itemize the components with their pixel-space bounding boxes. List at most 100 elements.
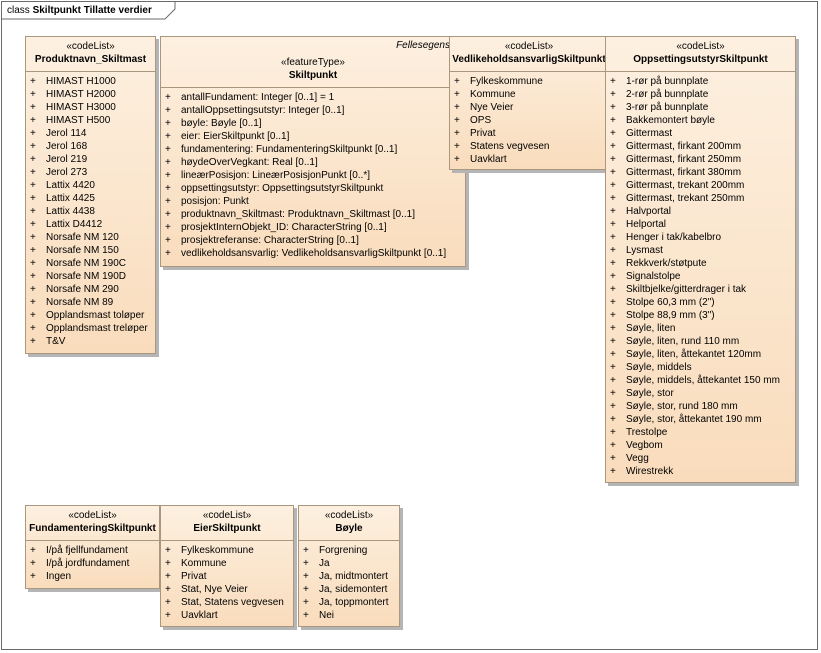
attribute-text: Vegbom	[626, 440, 663, 451]
visibility-marker: +	[30, 115, 36, 126]
visibility-marker: +	[30, 245, 36, 256]
class-produktnavn-skiltmast[interactable]: «codeList» Produktnavn_Skiltmast + HIMAST…	[25, 36, 156, 354]
visibility-marker: +	[610, 453, 616, 464]
class-attribute: + Bakkemontert bøyle	[606, 114, 795, 127]
visibility-marker: +	[610, 154, 616, 165]
class-attribute: + T&V	[26, 335, 155, 348]
class-attribute: + antallOppsettingsutstyr: Integer [0..1]	[161, 104, 465, 117]
class-skiltpunkt[interactable]: Fellesegenskaper «featureType» Skiltpunk…	[160, 36, 466, 267]
visibility-marker: +	[303, 597, 309, 608]
class-attribute: + Vegbom	[606, 439, 795, 452]
attribute-text: 1-rør på bunnplate	[626, 76, 709, 87]
attribute-text: prosjektInternObjekt_ID: CharacterString…	[181, 222, 387, 233]
visibility-marker: +	[30, 128, 36, 139]
attribute-text: Søyle, middels	[626, 362, 692, 373]
class-attribute: +1-rør på bunnplate	[606, 75, 795, 88]
class-name: OppsettingsutstyrSkiltpunkt	[633, 54, 768, 65]
attribute-text: Gittermast, firkant 380mm	[626, 167, 742, 178]
class-stereotype: «codeList»	[66, 41, 115, 52]
visibility-marker: +	[30, 167, 36, 178]
class-attribute: + Jerol 273	[26, 166, 155, 179]
class-attribute: + Ja	[299, 557, 399, 570]
diagram-title: class Skiltpunkt Tillatte verdier	[7, 5, 152, 16]
visibility-marker: +	[165, 105, 171, 116]
class-attribute: + Norsafe NM 120	[26, 231, 155, 244]
visibility-marker: +	[30, 258, 36, 269]
visibility-marker: +	[454, 128, 460, 139]
attribute-text: eier: EierSkiltpunkt [0..1]	[181, 131, 290, 142]
visibility-marker: +	[610, 323, 616, 334]
visibility-marker: +	[610, 362, 616, 373]
class-attribute: + Stat, Statens vegvesen	[161, 596, 293, 609]
class-eier-skiltpunkt[interactable]: «codeList» EierSkiltpunkt + Fylkeskommune…	[160, 505, 294, 627]
attribute-text: Opplandsmast toløper	[46, 310, 145, 321]
visibility-marker: +	[610, 336, 616, 347]
class-boyle[interactable]: «codeList» Bøyle + Forgrening + Ja + Ja, midt…	[298, 505, 400, 627]
attribute-text: Henger i tak/kabelbro	[626, 232, 722, 243]
class-attribute: + Statens vegvesen	[450, 140, 608, 153]
visibility-marker: +	[610, 180, 616, 191]
class-attribute: + Opplandsmast toløper	[26, 309, 155, 322]
visibility-marker: +	[610, 193, 616, 204]
attribute-text: Trestolpe	[626, 427, 668, 438]
class-attribute: + lineærPosisjon: LineærPosisjonPunkt [0.…	[161, 169, 465, 182]
class-name: EierSkiltpunkt	[193, 523, 261, 534]
class-attribute: + Søyle, liten, åttekantet 120mm	[606, 348, 795, 361]
visibility-marker: +	[454, 141, 460, 152]
class-attribute: + Henger i tak/kabelbro	[606, 231, 795, 244]
class-vedlikeholdsansvarlig-skiltpunkt[interactable]: «codeList» VedlikeholdsansvarligSkiltpun…	[449, 36, 609, 170]
visibility-marker: +	[454, 115, 460, 126]
class-attribute: + Trestolpe	[606, 426, 795, 439]
class-attribute: + HIMAST H3000	[26, 101, 155, 114]
visibility-marker: +	[165, 196, 171, 207]
visibility-marker: +	[610, 349, 616, 360]
visibility-marker: +	[610, 89, 616, 100]
attribute-text: Statens vegvesen	[470, 141, 550, 152]
class-attribute: + antallFundament: Integer [0..1] = 1	[161, 91, 465, 104]
visibility-marker: +	[454, 102, 460, 113]
class-name: FundamenteringSkiltpunkt	[29, 523, 156, 534]
class-attribute: + Uavklart	[450, 153, 608, 166]
attribute-text: Gittermast, trekant 200mm	[626, 180, 745, 191]
attribute-text: Stat, Nye Veier	[181, 584, 248, 595]
class-attribute: + Lysmast	[606, 244, 795, 257]
visibility-marker: +	[303, 558, 309, 569]
class-attribute: + Gittermast	[606, 127, 795, 140]
attribute-text: Gittermast, trekant 250mm	[626, 193, 745, 204]
attribute-text: antallOppsettingsutstyr: Integer [0..1]	[181, 105, 345, 116]
attribute-text: HIMAST H3000	[46, 102, 116, 113]
visibility-marker: +	[30, 219, 36, 230]
attribute-text: Jerol 168	[46, 141, 88, 152]
visibility-marker: +	[30, 284, 36, 295]
attribute-text: Jerol 273	[46, 167, 88, 178]
frame-name: Skiltpunkt Tillatte verdier	[32, 5, 152, 16]
class-attribute: + Gittermast, trekant 250mm	[606, 192, 795, 205]
class-attribute: + Ingen	[26, 570, 159, 583]
visibility-marker: +	[165, 558, 171, 569]
visibility-marker: +	[165, 610, 171, 621]
attribute-text: Kommune	[181, 558, 227, 569]
attribute-text: Gittermast	[626, 128, 673, 139]
attribute-text: Stat, Statens vegvesen	[181, 597, 284, 608]
class-attribute-list: +1-rør på bunnplate +2-rør på bunnplate +3…	[606, 72, 795, 478]
attribute-text: Lattix 4438	[46, 206, 95, 217]
class-attribute: + Søyle, middels	[606, 361, 795, 374]
attribute-text: Søyle, liten	[626, 323, 676, 334]
class-attribute: + Gittermast, firkant 250mm	[606, 153, 795, 166]
visibility-marker: +	[165, 209, 171, 220]
class-attribute: + Stolpe 88,9 mm (3")	[606, 309, 795, 322]
class-attribute: + I/på jordfundament	[26, 557, 159, 570]
attribute-text: Fylkeskommune	[470, 76, 543, 87]
class-oppsettingsutstyr-skiltpunkt[interactable]: «codeList» OppsettingsutstyrSkiltpunkt +…	[605, 36, 796, 483]
class-name: VedlikeholdsansvarligSkiltpunkt	[452, 54, 606, 65]
class-fundamentering-skiltpunkt[interactable]: «codeList» FundamenteringSkiltpunkt + I/p…	[25, 505, 160, 589]
visibility-marker: +	[610, 414, 616, 425]
attribute-text: Norsafe NM 190C	[46, 258, 127, 269]
visibility-marker: +	[165, 92, 171, 103]
class-attribute: + Lattix 4438	[26, 205, 155, 218]
visibility-marker: +	[165, 597, 171, 608]
frame-keyword: class	[7, 5, 30, 16]
class-stereotype: «codeList»	[202, 510, 252, 521]
class-attribute: + Signalstolpe	[606, 270, 795, 283]
visibility-marker: +	[30, 336, 36, 347]
